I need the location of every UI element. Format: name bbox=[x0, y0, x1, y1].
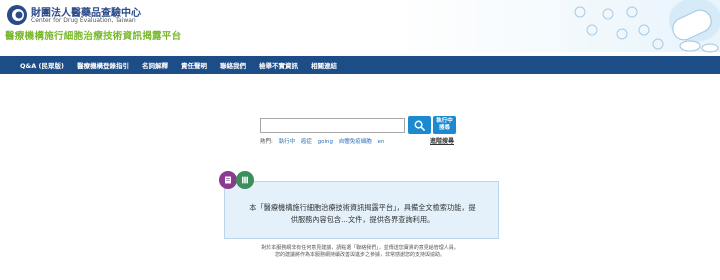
info-line-2: 供服務內容包含...文件，提供各界查詢利用。 bbox=[290, 215, 435, 224]
platform-title[interactable]: 醫療機構施行細胞治療技術資訊揭露平台 bbox=[5, 28, 181, 42]
search-button[interactable] bbox=[408, 116, 431, 134]
footer: 對於本服務網非有任何意見建議，請點選「聯絡我們」，並傳送您寶貴的意見給管理人員。… bbox=[0, 245, 720, 259]
nav-item-registration-guide[interactable]: 醫療機構登錄指引 bbox=[77, 60, 129, 70]
main-nav: Q&A (民眾版) 醫療機構登錄指引 名詞解釋 責任聲明 聯絡我們 檢舉不實資訊… bbox=[0, 56, 720, 74]
advanced-search-link[interactable]: 進階搜尋 bbox=[430, 136, 454, 145]
info-box: 本「醫療機構施行細胞治療技術資訊揭露平台」，具備全文檢索功能，提 供服務內容包含… bbox=[224, 181, 499, 239]
footer-line-2: 您的建議將作為本服務網持續改善與進步之參據，非常感謝您的支持與協助。 bbox=[274, 252, 445, 258]
info-line-1: 本「醫療機構施行細胞治療技術資訊揭露平台」，具備全文檢索功能，提 bbox=[249, 203, 476, 212]
medical-decoration-icon bbox=[574, 0, 720, 53]
popular-keywords: 熱門: 執行中 癌症 going 自體免疫細胞 en bbox=[260, 137, 384, 145]
popular-tag[interactable]: 癌症 bbox=[301, 139, 312, 145]
exec-label-line1: 執行中 bbox=[436, 118, 453, 124]
info-text: 本「醫療機構施行細胞治療技術資訊揭露平台」，具備全文檢索功能，提 供服務內容包含… bbox=[225, 202, 500, 226]
nav-item-links[interactable]: 相關連結 bbox=[311, 60, 337, 70]
nav-item-report[interactable]: 檢舉不實資訊 bbox=[259, 60, 298, 70]
popular-tag[interactable]: 執行中 bbox=[279, 139, 296, 145]
search-icon bbox=[414, 120, 425, 131]
popular-tag[interactable]: en bbox=[378, 139, 385, 145]
popular-label: 熱門: bbox=[260, 139, 273, 145]
nav-item-qa[interactable]: Q&A (民眾版) bbox=[20, 60, 64, 70]
nav-item-glossary[interactable]: 名詞解釋 bbox=[142, 60, 168, 70]
site-header: 財團法人醫藥品查驗中心 Center for Drug Evaluation, … bbox=[0, 0, 720, 53]
in-progress-search-button[interactable]: 執行中 搜尋 bbox=[433, 116, 456, 134]
popular-tag[interactable]: going bbox=[318, 139, 333, 145]
document-icon bbox=[219, 171, 237, 189]
search-input[interactable] bbox=[260, 118, 405, 133]
nav-item-disclaimer[interactable]: 責任聲明 bbox=[181, 60, 207, 70]
exec-label-line2: 搜尋 bbox=[438, 125, 450, 131]
org-name-en: Center for Drug Evaluation, Taiwan bbox=[31, 17, 136, 24]
footer-line-1: 對於本服務網非有任何意見建議，請點選「聯絡我們」，並傳送您寶貴的意見給管理人員。 bbox=[261, 245, 459, 251]
cde-logo-icon[interactable] bbox=[6, 4, 28, 26]
test-tubes-icon bbox=[236, 171, 254, 189]
nav-item-contact[interactable]: 聯絡我們 bbox=[220, 60, 246, 70]
popular-tag[interactable]: 自體免疫細胞 bbox=[339, 139, 372, 145]
